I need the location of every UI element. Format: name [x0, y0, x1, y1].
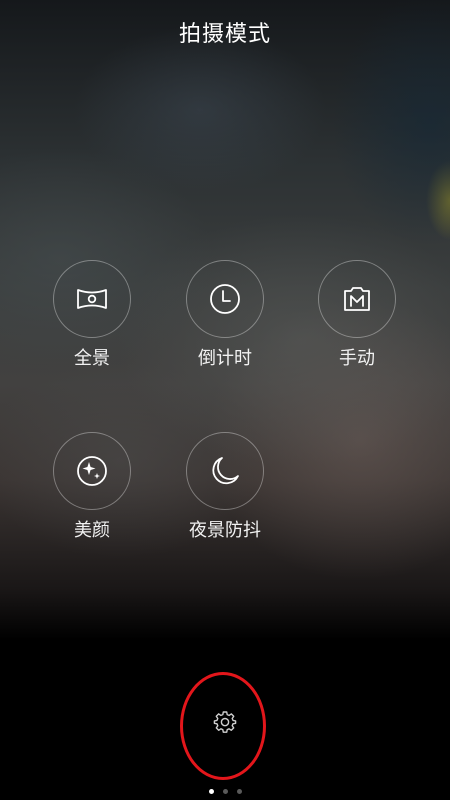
timer-icon — [208, 282, 242, 316]
manual-icon — [341, 284, 373, 314]
mode-beauty-label: 美颜 — [74, 520, 110, 541]
mode-manual-button[interactable] — [318, 260, 396, 338]
mode-manual[interactable]: 手动 — [302, 260, 412, 370]
page-indicator — [0, 789, 450, 794]
mode-night-stabilization-button[interactable] — [186, 432, 264, 510]
mode-beauty[interactable]: 美颜 — [37, 432, 147, 542]
page-dot — [236, 789, 242, 794]
mode-panorama[interactable]: 全景 — [37, 260, 147, 370]
annotation-highlight-oval — [180, 672, 266, 780]
mode-panorama-label: 全景 — [74, 348, 110, 369]
mode-night-stabilization[interactable]: 夜景防抖 — [170, 432, 280, 542]
page-dot — [222, 789, 228, 794]
beauty-icon — [75, 454, 109, 488]
camera-mode-screen: 拍摄模式 全景 倒计时 手动 美颜 夜景防抖 — [0, 0, 450, 800]
page-dot-active — [208, 789, 214, 794]
panorama-icon — [75, 286, 109, 312]
mode-night-stabilization-label: 夜景防抖 — [189, 520, 261, 541]
page-title: 拍摄模式 — [178, 22, 271, 47]
mode-timer[interactable]: 倒计时 — [170, 260, 280, 370]
mode-timer-button[interactable] — [186, 260, 264, 338]
mode-manual-label: 手动 — [339, 348, 375, 369]
mode-panorama-button[interactable] — [53, 260, 131, 338]
mode-beauty-button[interactable] — [53, 432, 131, 510]
night-mode-icon — [208, 454, 242, 488]
mode-timer-label: 倒计时 — [198, 348, 252, 369]
